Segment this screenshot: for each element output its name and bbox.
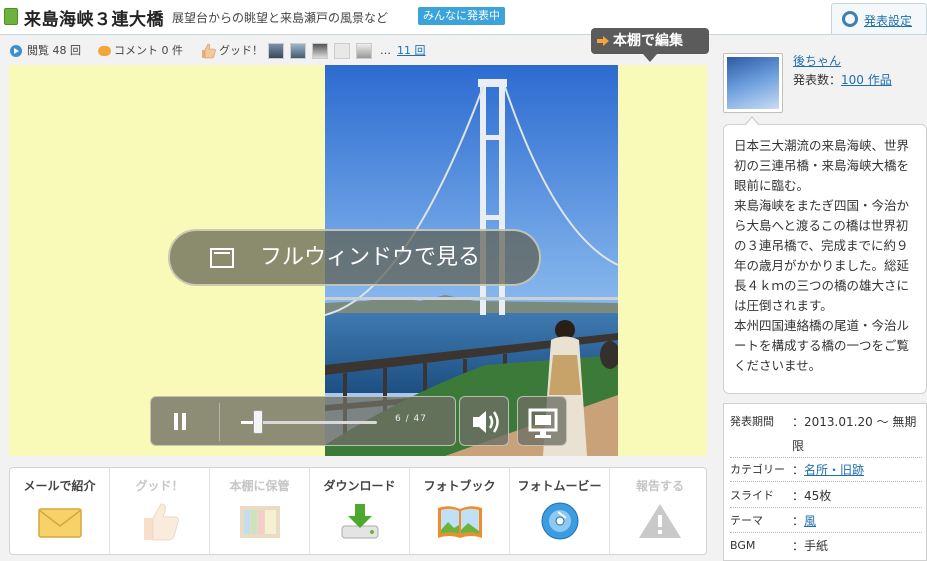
action-bar: メールで紹介 グッド！ 本棚に保管 ダウンロード フォトブック フォトムービー …: [9, 467, 707, 555]
comment-icon: [98, 46, 111, 56]
ellipsis: …: [380, 44, 391, 57]
pause-button[interactable]: [173, 413, 187, 430]
good-users-more-link[interactable]: 11 回: [397, 42, 426, 60]
author-name-link[interactable]: 後ちゃん: [793, 52, 841, 69]
download-icon: [341, 504, 379, 539]
warning-icon: [639, 504, 681, 538]
divider: [219, 403, 220, 441]
info-row-bgm: BGM ：手紙: [730, 534, 922, 558]
user-avatar[interactable]: [312, 43, 328, 59]
action-label: グッド！: [135, 479, 184, 493]
speaker-icon: [473, 411, 499, 433]
edit-button-label: 本棚で編集: [613, 33, 683, 49]
works-link[interactable]: 100 作品: [841, 73, 892, 87]
full-window-label: フルウィンドウで見る: [260, 245, 481, 270]
action-label: フォトブック: [423, 479, 496, 493]
book-icon: [4, 8, 18, 25]
comment-count: コメント 0 件: [114, 44, 183, 57]
info-key: テーマ: [730, 514, 763, 527]
info-row-theme: テーマ ：風: [730, 509, 922, 533]
action-label: フォトムービー: [517, 479, 602, 493]
info-row-category: カテゴリー ：名所・旧跡: [730, 458, 922, 482]
info-key: 発表期間: [730, 415, 774, 428]
info-table: 発表期間 ：2013.01.20 ～ 無期限 カテゴリー ：名所・旧跡 スライド…: [723, 403, 927, 561]
user-avatar[interactable]: [334, 43, 350, 59]
fullscreen-icon: [210, 248, 234, 268]
monitor-icon: [528, 408, 558, 438]
publish-settings-tab[interactable]: 発表設定: [831, 3, 927, 34]
disc-icon: [541, 502, 579, 540]
page-subtitle: 展望台からの眺望と来島瀬戸の風景など: [172, 11, 389, 25]
edit-on-bookshelf-button[interactable]: 本棚で編集: [591, 28, 709, 62]
envelope-icon: [38, 508, 82, 538]
info-key: スライド: [730, 489, 774, 502]
photobook-icon: [438, 506, 482, 538]
info-value: ：2013.01.20 ～ 無期限: [792, 415, 917, 453]
gear-icon: [842, 11, 858, 27]
page-title: 来島海峡３連大橋: [24, 10, 164, 30]
slide-counter: 6 / 47: [395, 414, 427, 424]
author-avatar[interactable]: [723, 53, 783, 113]
info-key: BGM: [730, 539, 756, 552]
screen-mode-button[interactable]: [517, 396, 567, 446]
action-label: 報告する: [635, 479, 684, 493]
playback-controls: 6 / 47: [150, 396, 456, 446]
user-avatar[interactable]: [290, 43, 306, 59]
action-label: 本棚に保管: [229, 479, 290, 493]
works-label: 発表数：: [793, 73, 842, 87]
thumbs-up-icon: [202, 43, 216, 59]
info-value: ：手紙: [792, 539, 829, 553]
info-key: カテゴリー: [730, 463, 785, 476]
info-row-period: 発表期間 ：2013.01.20 ～ 無期限: [730, 410, 922, 458]
photomovie-button[interactable]: フォトムービー: [510, 468, 610, 554]
arrow-right-icon: [597, 36, 609, 46]
good-button[interactable]: グッド！: [110, 468, 210, 554]
info-value: ：45枚: [792, 489, 832, 503]
full-window-button[interactable]: フルウィンドウで見る: [168, 229, 541, 286]
page-header: 来島海峡３連大橋 展望台からの眺望と来島瀬戸の風景など みんなに発表中 発表設定: [0, 0, 927, 34]
author-works: 発表数：100 作品: [793, 71, 892, 88]
action-label: ダウンロード: [323, 479, 396, 493]
thumbs-up-icon: [144, 503, 179, 541]
mail-share-button[interactable]: メールで紹介: [10, 468, 110, 554]
bookshelf-icon: [240, 506, 280, 538]
seek-handle[interactable]: [253, 410, 264, 434]
view-count: 閲覧 48 回: [27, 44, 81, 57]
download-button[interactable]: ダウンロード: [310, 468, 410, 554]
action-label: メールで紹介: [23, 479, 96, 493]
slideshow-viewer[interactable]: フルウィンドウで見る 6 / 47: [9, 65, 707, 456]
report-button[interactable]: 報告する: [610, 468, 710, 554]
volume-button[interactable]: [459, 396, 509, 446]
photobook-button[interactable]: フォトブック: [410, 468, 510, 554]
theme-link[interactable]: 風: [804, 514, 816, 528]
info-value: ：名所・旧跡: [792, 463, 865, 477]
status-badge: みんなに発表中: [418, 7, 505, 25]
user-avatar[interactable]: [356, 43, 372, 59]
user-avatar[interactable]: [268, 43, 284, 59]
good-label: グッド！: [219, 44, 263, 57]
save-to-shelf-button[interactable]: 本棚に保管: [210, 468, 310, 554]
category-link[interactable]: 名所・旧跡: [804, 463, 864, 477]
info-row-slides: スライド ：45枚: [730, 484, 922, 508]
play-count-icon: [10, 45, 22, 57]
publish-settings-link[interactable]: 発表設定: [864, 12, 912, 29]
description: 日本三大潮流の来島海峡、世界初の三連吊橋・来島海峡大橋を眼前に臨む。 来島海峡を…: [723, 116, 927, 394]
info-value: ：風: [792, 514, 817, 528]
